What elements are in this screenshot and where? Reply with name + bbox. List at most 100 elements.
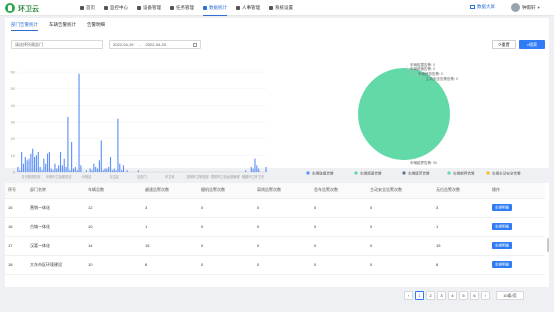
bar[interactable] xyxy=(50,168,52,172)
bar[interactable] xyxy=(30,153,32,172)
bar[interactable] xyxy=(22,163,25,172)
bar[interactable] xyxy=(111,170,113,172)
bar[interactable] xyxy=(126,170,128,172)
legend-label[interactable]: 车辆碰撞告警 xyxy=(312,170,334,175)
bar[interactable] xyxy=(121,170,123,172)
bar[interactable] xyxy=(250,167,252,172)
bar[interactable] xyxy=(97,168,99,172)
bar[interactable] xyxy=(65,167,67,172)
page-button[interactable]: 5 xyxy=(459,291,468,300)
bar[interactable] xyxy=(41,170,43,172)
department-select[interactable] xyxy=(11,40,103,49)
bar[interactable] xyxy=(256,165,258,172)
bar[interactable] xyxy=(78,73,80,172)
bar[interactable] xyxy=(98,160,100,172)
bar[interactable] xyxy=(63,158,65,172)
nav-item-monitor[interactable]: 监控中心 xyxy=(104,0,128,16)
bar[interactable] xyxy=(252,168,254,172)
bar[interactable] xyxy=(39,167,41,172)
search-button[interactable]: ⌕ 搜索 xyxy=(519,40,545,49)
bar[interactable] xyxy=(265,167,267,172)
bar[interactable] xyxy=(67,117,69,172)
bar[interactable] xyxy=(74,167,76,172)
nav-item-home[interactable]: 首页 xyxy=(80,0,95,16)
bar[interactable] xyxy=(91,170,93,172)
bar[interactable] xyxy=(17,167,19,172)
bar[interactable] xyxy=(245,170,247,172)
legend-label[interactable]: 车辆主动安全告警 xyxy=(492,170,521,175)
bar[interactable] xyxy=(59,152,62,172)
bar[interactable] xyxy=(119,163,121,172)
bar[interactable] xyxy=(19,170,21,172)
scrollbar[interactable] xyxy=(547,238,549,252)
user-menu[interactable]: 钟雨轩 ▾ xyxy=(511,3,540,12)
page-button[interactable]: 1 xyxy=(415,291,424,300)
nav-item-stats[interactable]: 数据统计 xyxy=(203,0,227,16)
tab-dept-alarm[interactable]: 部门告警统计 xyxy=(11,22,38,31)
page-button[interactable]: 4 xyxy=(448,291,457,300)
bar[interactable] xyxy=(21,152,23,172)
bar[interactable] xyxy=(56,168,58,172)
bar[interactable] xyxy=(28,158,30,172)
page-button[interactable]: 2 xyxy=(426,291,435,300)
bar[interactable] xyxy=(58,165,60,172)
bar[interactable] xyxy=(71,142,73,172)
bar[interactable] xyxy=(104,168,106,172)
data-screen-link[interactable]: 数据大屏 xyxy=(470,4,495,10)
bar[interactable] xyxy=(45,163,47,172)
bar[interactable] xyxy=(47,153,49,172)
bar[interactable] xyxy=(76,170,78,172)
bar[interactable] xyxy=(24,157,26,172)
bar[interactable] xyxy=(72,168,75,172)
page-size-select[interactable]: 10条/页 xyxy=(496,291,524,300)
nav-item-settings[interactable]: 系统设置 xyxy=(269,0,293,16)
bar[interactable] xyxy=(254,158,256,172)
bar[interactable] xyxy=(113,168,115,172)
vehicle-detail-button[interactable]: 车辆明细 xyxy=(492,242,512,249)
page-button[interactable]: 6 xyxy=(470,291,479,300)
page-button[interactable]: 3 xyxy=(437,291,446,300)
bar[interactable] xyxy=(54,163,56,172)
bar[interactable] xyxy=(43,158,45,172)
bar[interactable] xyxy=(48,152,50,172)
bar[interactable] xyxy=(85,170,87,172)
bar[interactable] xyxy=(258,168,260,172)
prev-page-button[interactable]: ‹ xyxy=(404,291,413,300)
bar[interactable] xyxy=(35,155,37,172)
bar[interactable] xyxy=(89,168,91,172)
tab-vehicle-alarm[interactable]: 车辆告警统计 xyxy=(49,22,76,31)
bar[interactable] xyxy=(122,165,125,172)
bar[interactable] xyxy=(108,167,110,172)
bar[interactable] xyxy=(95,167,97,172)
nav-item-task[interactable]: 任务管理 xyxy=(170,0,194,16)
next-page-button[interactable]: › xyxy=(481,291,490,300)
bar[interactable] xyxy=(106,168,108,172)
bar[interactable] xyxy=(100,140,102,172)
bar[interactable] xyxy=(137,170,139,172)
legend-label[interactable]: 车辆疲劳告警 xyxy=(408,170,430,175)
vehicle-detail-button[interactable]: 车辆明细 xyxy=(492,261,512,268)
bar[interactable] xyxy=(109,157,112,172)
legend-label[interactable]: 车辆超速告警 xyxy=(360,170,382,175)
tab-alarm-detail[interactable]: 告警明细 xyxy=(87,22,105,31)
bar[interactable] xyxy=(102,170,104,172)
nav-item-device[interactable]: 设备管理 xyxy=(137,0,161,16)
vehicle-detail-button[interactable]: 车辆明细 xyxy=(492,204,512,211)
pie-slice[interactable] xyxy=(358,68,450,160)
date-range-picker[interactable]: 2022-04-19 → 2022-04-20 xyxy=(109,40,201,49)
bar[interactable] xyxy=(61,165,63,172)
legend-label[interactable]: 车辆越界告警 xyxy=(453,170,475,175)
bar[interactable] xyxy=(69,170,71,172)
bar[interactable] xyxy=(117,118,119,172)
bar[interactable] xyxy=(32,148,34,172)
bar[interactable] xyxy=(115,170,117,172)
bar[interactable] xyxy=(52,170,54,172)
bar[interactable] xyxy=(34,157,36,172)
bar[interactable] xyxy=(37,152,39,172)
reset-button[interactable]: ⟳ 重置 xyxy=(492,40,516,49)
bar[interactable] xyxy=(80,165,82,172)
vehicle-detail-button[interactable]: 车辆明细 xyxy=(492,223,512,230)
nav-item-personnel[interactable]: 人事管理 xyxy=(236,0,260,16)
bar[interactable] xyxy=(26,160,28,172)
bar[interactable] xyxy=(93,163,95,172)
